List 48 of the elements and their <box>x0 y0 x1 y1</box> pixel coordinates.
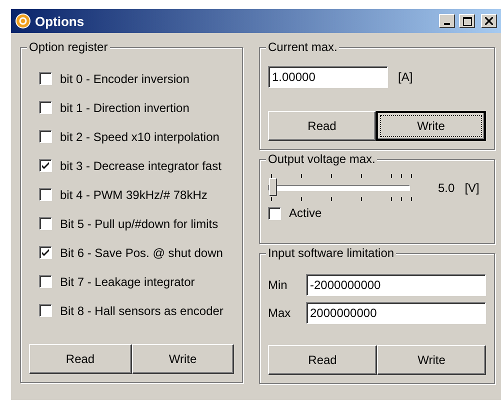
current-field[interactable]: 1.00000 <box>268 66 388 88</box>
unit-label: [V] <box>464 181 480 195</box>
checkbox-label: bit 2 - Speed x10 interpolation <box>60 130 220 144</box>
group-title: Input software limitation <box>266 246 396 260</box>
group-title: Option register <box>27 40 110 54</box>
checkbox-label: Bit 8 - Hall sensors as encoder <box>60 304 224 318</box>
checkbox-label: Bit 6 - Save Pos. @ shut down <box>60 246 223 260</box>
write-button[interactable]: Write <box>377 345 486 375</box>
checkbox[interactable] <box>39 72 52 85</box>
write-button[interactable]: Write <box>132 344 234 374</box>
checkbox[interactable] <box>39 159 52 172</box>
close-icon <box>485 17 493 25</box>
checkbox-label: Bit 7 - Leakage integrator <box>60 274 195 288</box>
field-label: Min <box>268 278 288 292</box>
checkmark-icon <box>41 248 50 257</box>
checkbox[interactable] <box>39 130 52 143</box>
read-button[interactable]: Read <box>268 345 377 375</box>
checkbox[interactable] <box>39 275 52 288</box>
checkbox-label: bit 3 - Decrease integrator fast <box>60 158 222 172</box>
checkbox[interactable] <box>39 188 52 201</box>
voltage-reading: 5.0 <box>438 181 455 195</box>
checkbox[interactable] <box>39 246 52 259</box>
limit-field[interactable]: 2000000000 <box>306 302 486 324</box>
group-title: Output voltage max. <box>266 152 378 166</box>
read-button[interactable]: Read <box>268 111 376 141</box>
checkbox-label: bit 0 - Encoder inversion <box>60 72 190 86</box>
window-title: Options <box>35 14 86 28</box>
checkbox-label: Active <box>289 206 322 220</box>
slider-thumb[interactable] <box>269 178 277 196</box>
write-button[interactable]: Write <box>376 111 486 141</box>
checkbox[interactable] <box>268 206 281 220</box>
checkbox-label: bit 4 - PWM 39kHz/# 78kHz <box>60 188 208 202</box>
field-label: Max <box>268 306 292 320</box>
checkbox-label: bit 1 - Direction invertion <box>60 100 190 114</box>
checkbox[interactable] <box>39 217 52 230</box>
unit-label: [A] <box>398 70 413 84</box>
checkmark-icon <box>41 161 50 170</box>
checkbox[interactable] <box>39 101 52 114</box>
limit-field[interactable]: -2000000000 <box>306 274 486 296</box>
minimize-button[interactable] <box>439 14 455 28</box>
read-button[interactable]: Read <box>29 344 132 374</box>
checkbox-label: Bit 5 - Pull up/#down for limits <box>60 216 218 230</box>
maximize-icon <box>462 16 472 26</box>
app-icon <box>15 13 31 29</box>
maximize-button[interactable] <box>459 14 475 28</box>
close-button[interactable] <box>481 14 497 28</box>
checkbox[interactable] <box>39 304 52 317</box>
group-title: Current max. <box>266 40 340 54</box>
